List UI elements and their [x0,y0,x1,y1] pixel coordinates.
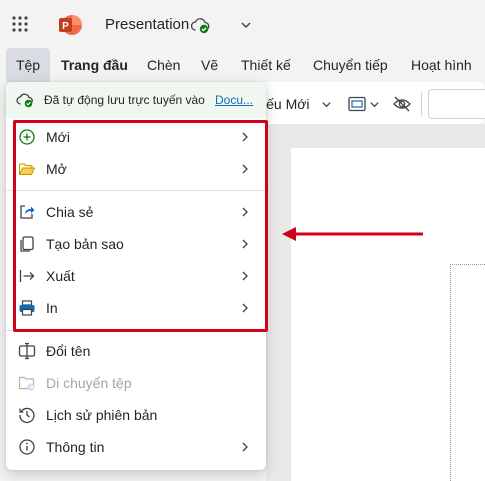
document-title[interactable]: Presentation [105,16,189,33]
menu-item-label: Di chuyển tệp [46,375,132,391]
autosave-location-link[interactable]: Docu... [215,93,253,107]
chevron-right-icon [242,271,248,281]
powerpoint-logo-icon: P [59,15,82,35]
tab-insert[interactable]: Chèn [147,48,180,82]
file-menu: Đã tự động lưu trực tuyến vào Docu... Mớ… [6,82,266,470]
plus-circle-icon [19,129,35,145]
info-icon [19,439,35,455]
menu-item-label: Lịch sử phiên bản [46,407,158,423]
hide-slide-icon[interactable] [392,95,412,113]
menu-item-move-file: Di chuyển tệp [6,367,266,399]
move-file-icon [18,376,35,391]
rename-icon [18,342,36,360]
copy-icon [20,236,34,252]
chevron-down-icon[interactable] [369,99,380,110]
waffle-icon[interactable] [11,15,29,33]
tab-home[interactable]: Trang đầu [61,48,128,82]
new-slide-button[interactable]: iếu Mới [263,96,310,112]
menu-item-label: In [46,300,58,316]
tab-design[interactable]: Thiết kế [241,48,291,82]
history-icon [19,407,35,424]
svg-text:P: P [62,21,69,32]
menu-item-print[interactable]: In [6,292,266,324]
menu-item-open[interactable]: Mở [6,153,266,185]
menu-item-rename[interactable]: Đổi tên [6,335,266,367]
tab-draw[interactable]: Vẽ [201,48,218,82]
menu-item-label: Chia sẻ [46,204,94,220]
ribbon-tabs: Tệp Trang đầu Chèn Vẽ Thiết kế Chuyển ti… [0,48,485,82]
menu-item-label: Mở [46,161,67,177]
chevron-right-icon [242,442,248,452]
ribbon-separator [421,92,422,116]
chevron-right-icon [242,207,248,217]
chevron-right-icon [242,303,248,313]
chevron-down-icon[interactable] [240,19,252,31]
menu-item-save-copy[interactable]: Tạo bản sao [6,228,266,260]
cloud-saved-icon[interactable] [190,15,210,35]
folder-open-icon [19,163,36,175]
menu-divider [6,190,266,191]
menu-item-label: Đổi tên [46,343,91,359]
chevron-right-icon [242,239,248,249]
menu-item-label: Mới [46,129,70,145]
menu-item-info[interactable]: Thông tin [6,431,266,463]
tab-transitions[interactable]: Chuyển tiếp [313,48,388,82]
share-icon [20,205,35,219]
menu-divider [6,330,266,331]
chevron-right-icon [242,132,248,142]
layout-icon[interactable] [348,96,366,112]
export-arrow-icon [19,270,35,282]
tab-file[interactable]: Tệp [6,48,50,82]
cloud-saved-icon [16,93,33,108]
chevron-right-icon [242,164,248,174]
autosave-text: Đã tự động lưu trực tuyến vào [44,93,205,107]
ribbon-input[interactable] [428,89,485,119]
menu-item-share[interactable]: Chia sẻ [6,196,266,228]
autosave-banner: Đã tự động lưu trực tuyến vào Docu... [6,82,266,118]
menu-item-new[interactable]: Mới [6,121,266,153]
title-bar: P Presentation [0,0,485,48]
chevron-down-icon[interactable] [321,99,332,110]
printer-icon [19,300,35,316]
menu-item-export[interactable]: Xuất [6,260,266,292]
menu-item-version-history[interactable]: Lịch sử phiên bản [6,399,266,431]
menu-item-label: Xuất [46,268,75,284]
menu-item-label: Thông tin [46,439,105,455]
tab-animations[interactable]: Hoạt hình [411,48,472,82]
slide-placeholder[interactable] [450,264,485,481]
annotation-arrow-icon [282,227,423,241]
menu-item-label: Tạo bản sao [46,236,124,252]
